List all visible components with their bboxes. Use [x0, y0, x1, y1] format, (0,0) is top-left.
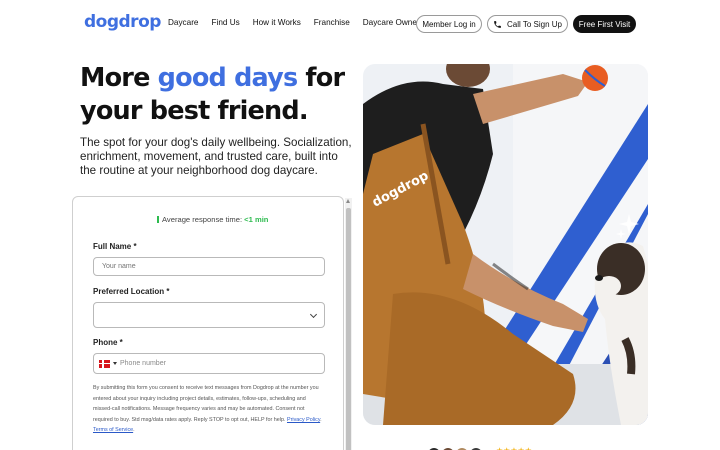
scroll-up-arrow-icon[interactable]	[346, 199, 350, 203]
hero-image: dogdrop	[363, 64, 648, 425]
phone-label: Phone *	[93, 338, 123, 347]
headline-accent: good days	[157, 63, 299, 93]
location-select[interactable]	[93, 302, 325, 328]
form-scrollbar[interactable]	[345, 198, 352, 450]
consent-body: By submitting this form you consent to r…	[93, 385, 319, 423]
response-value: <1 min	[244, 215, 269, 224]
hero-subcopy: The spot for your dog's daily wellbeing.…	[80, 136, 352, 178]
caret-down-icon[interactable]	[113, 362, 117, 365]
terms-of-service-link[interactable]: Terms of Service	[93, 427, 133, 433]
full-name-label: Full Name *	[93, 242, 137, 251]
nav-daycare[interactable]: Daycare	[168, 18, 199, 27]
hero-headline: More good days for your best friend.	[80, 62, 350, 128]
consent-end: .	[133, 427, 135, 434]
call-signup-label: Call To Sign Up	[507, 19, 562, 29]
rating-strip: ★★★★★	[429, 446, 532, 450]
location-label: Preferred Location *	[93, 287, 170, 296]
free-first-visit-button[interactable]: Free First Visit	[573, 15, 636, 33]
nav-how-it-works[interactable]: How it Works	[253, 18, 301, 27]
status-indicator	[157, 216, 159, 223]
nav-franchise[interactable]: Franchise	[314, 18, 350, 27]
phone-placeholder: Phone number	[120, 360, 166, 367]
call-signup-button[interactable]: Call To Sign Up	[487, 15, 568, 33]
nav-find-us[interactable]: Find Us	[212, 18, 240, 27]
hero-photo-illustration: dogdrop	[363, 64, 648, 425]
response-time: Average response time: <1 min	[157, 215, 268, 224]
response-label: Average response time:	[162, 215, 245, 224]
consent-separator: .	[320, 416, 322, 423]
headline-part1: More	[80, 63, 158, 93]
member-login-button[interactable]: Member Log in	[416, 15, 482, 33]
signup-form: Average response time: <1 min Full Name …	[72, 196, 344, 450]
nav-daycare-owners[interactable]: Daycare Owners	[363, 18, 424, 27]
scrollbar-thumb[interactable]	[346, 208, 351, 450]
chevron-down-icon	[309, 310, 318, 319]
main-nav: Daycare Find Us How it Works Franchise D…	[168, 18, 437, 27]
privacy-policy-link[interactable]: Privacy Policy	[287, 417, 320, 423]
dogdrop-logo[interactable]: dogdrop	[84, 12, 161, 32]
flag-icon[interactable]	[99, 359, 110, 368]
phone-icon	[494, 20, 501, 28]
svg-text:★★★★★: ★★★★★	[496, 446, 532, 450]
full-name-input[interactable]	[93, 257, 325, 276]
phone-field[interactable]: Phone number	[93, 353, 325, 374]
consent-text: By submitting this form you consent to r…	[93, 383, 323, 436]
